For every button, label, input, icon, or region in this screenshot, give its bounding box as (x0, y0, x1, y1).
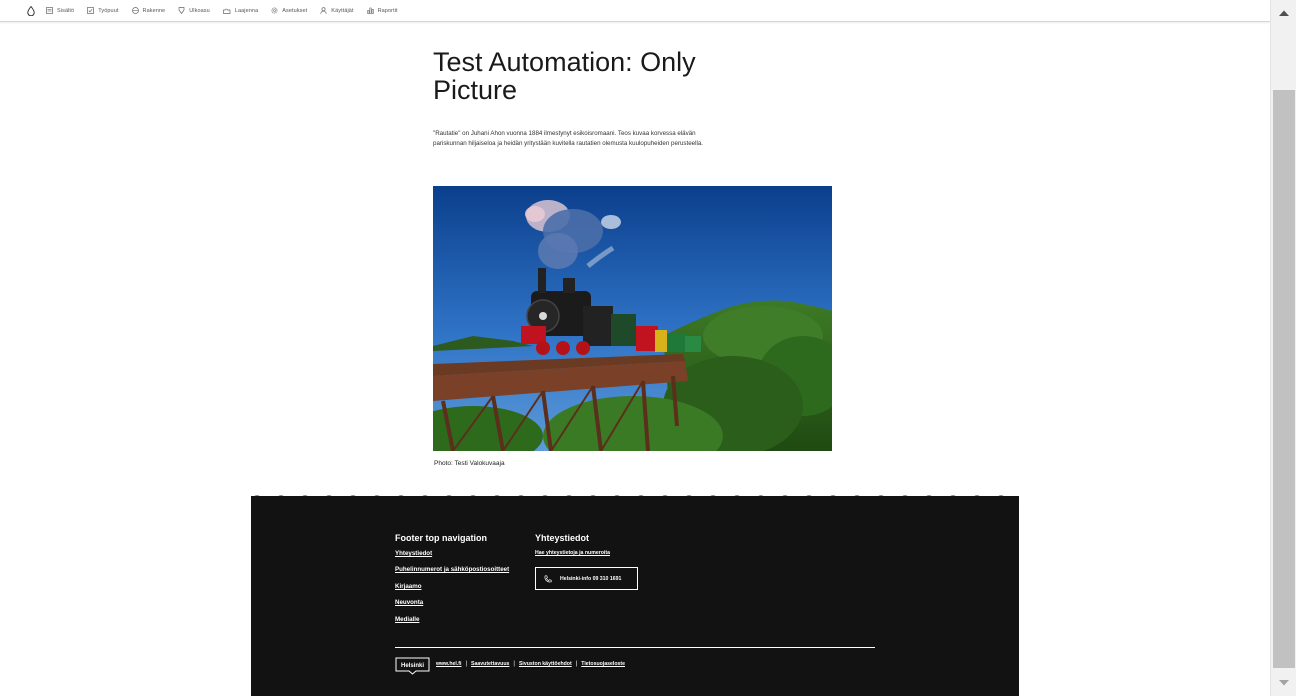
phone-button[interactable]: Helsinki-info 09 310 1691 (535, 567, 638, 590)
toolbar-item-label: Työpuut (98, 7, 119, 14)
separator: | (513, 661, 515, 667)
toolbar-item-label: Asetukset (282, 7, 308, 14)
toolbar-item-people[interactable]: Käyttäjät (320, 7, 354, 14)
footer-contact-link[interactable]: Hae yhteystietoja ja numeroita (535, 550, 610, 556)
separator: | (575, 661, 578, 667)
site-footer: Footer top navigation Yhteystiedot Puhel… (251, 495, 1019, 696)
scrollbar-thumb[interactable] (1273, 90, 1295, 668)
footer-bottom-links: www.hel.fi | Saavutettavuus | Sivuston k… (436, 661, 625, 667)
footer-bottom-link-privacy[interactable]: Tietosuojaseloste (581, 661, 625, 667)
toolbar-item-structure[interactable]: Rakenne (131, 7, 166, 14)
toolbar-item-label: Laajenna (234, 7, 259, 14)
footer-wave-divider (251, 495, 1019, 504)
toolbar-item-extend[interactable]: Laajenna (222, 7, 259, 14)
logo-text: Helsinki (401, 663, 424, 669)
toolbar-item-label: Raportit (377, 7, 398, 14)
toolbar-item-workflow[interactable]: Työpuut (87, 7, 118, 14)
phone-icon (544, 574, 552, 582)
brush-icon (178, 7, 185, 14)
page-title: Test Automation: Only Picture (433, 47, 696, 105)
vertical-scrollbar[interactable] (1270, 0, 1296, 696)
toolbar-item-label: Ulkoasu (189, 7, 210, 14)
toolbar-item-label: Sisältö (57, 7, 75, 14)
user-icon (320, 7, 327, 14)
toolbar-item-label: Rakenne (142, 7, 166, 14)
footer-nav-heading: Footer top navigation (395, 533, 487, 543)
toolbar-item-reports[interactable]: Raportit (366, 7, 398, 14)
main-image (433, 186, 832, 451)
footer-link-medialle[interactable]: Medialle (395, 616, 419, 623)
footer-divider (395, 647, 875, 648)
footer-link-phone-numbers[interactable]: Puhelinnumerot ja sähköpostiosoitteet (395, 566, 509, 573)
phone-button-label: Helsinki-info 09 310 1691 (560, 575, 622, 582)
gear-icon (271, 7, 278, 14)
puzzle-icon (222, 8, 231, 14)
drop-icon[interactable] (24, 4, 38, 18)
checklist-icon (87, 7, 95, 14)
bar-chart-icon (366, 7, 374, 14)
toolbar-item-label: Käyttäjät (331, 7, 354, 14)
footer-bottom-link-terms[interactable]: Sivuston käyttöehdot (519, 661, 572, 667)
toolbar-item-settings[interactable]: Asetukset (271, 7, 307, 14)
helsinki-logo[interactable]: Helsinki (395, 657, 430, 675)
footer-contact-heading: Yhteystiedot (535, 533, 590, 543)
document-icon (46, 7, 53, 14)
lead-paragraph: "Rautatie" on Juhani Ahon vuonna 1884 il… (433, 130, 704, 148)
scroll-up-arrow-icon[interactable] (1271, 0, 1296, 26)
footer-link-yhteystiedot[interactable]: Yhteystiedot (395, 550, 432, 557)
toolbar-item-appearance[interactable]: Ulkoasu (178, 7, 210, 14)
footer-bottom-link-helfi[interactable]: www.hel.fi (436, 661, 461, 667)
footer-link-kirjaamo[interactable]: Kirjaamo (395, 583, 421, 590)
toolbar-item-content[interactable]: Sisältö (46, 7, 74, 14)
footer-bottom-link-accessibility[interactable]: Saavutettavuus (471, 661, 509, 667)
separator: | (465, 661, 468, 667)
scroll-down-arrow-icon[interactable] (1271, 670, 1296, 696)
layers-icon (131, 7, 139, 14)
footer-link-neuvonta[interactable]: Neuvonta (395, 599, 423, 606)
image-caption: Photo: Testi Valokuvaaja (434, 460, 505, 467)
page-viewport: Sisältö Työpuut Rakenne Ulkoasu Laajenna… (0, 0, 1270, 696)
admin-toolbar: Sisältö Työpuut Rakenne Ulkoasu Laajenna… (0, 0, 1270, 22)
